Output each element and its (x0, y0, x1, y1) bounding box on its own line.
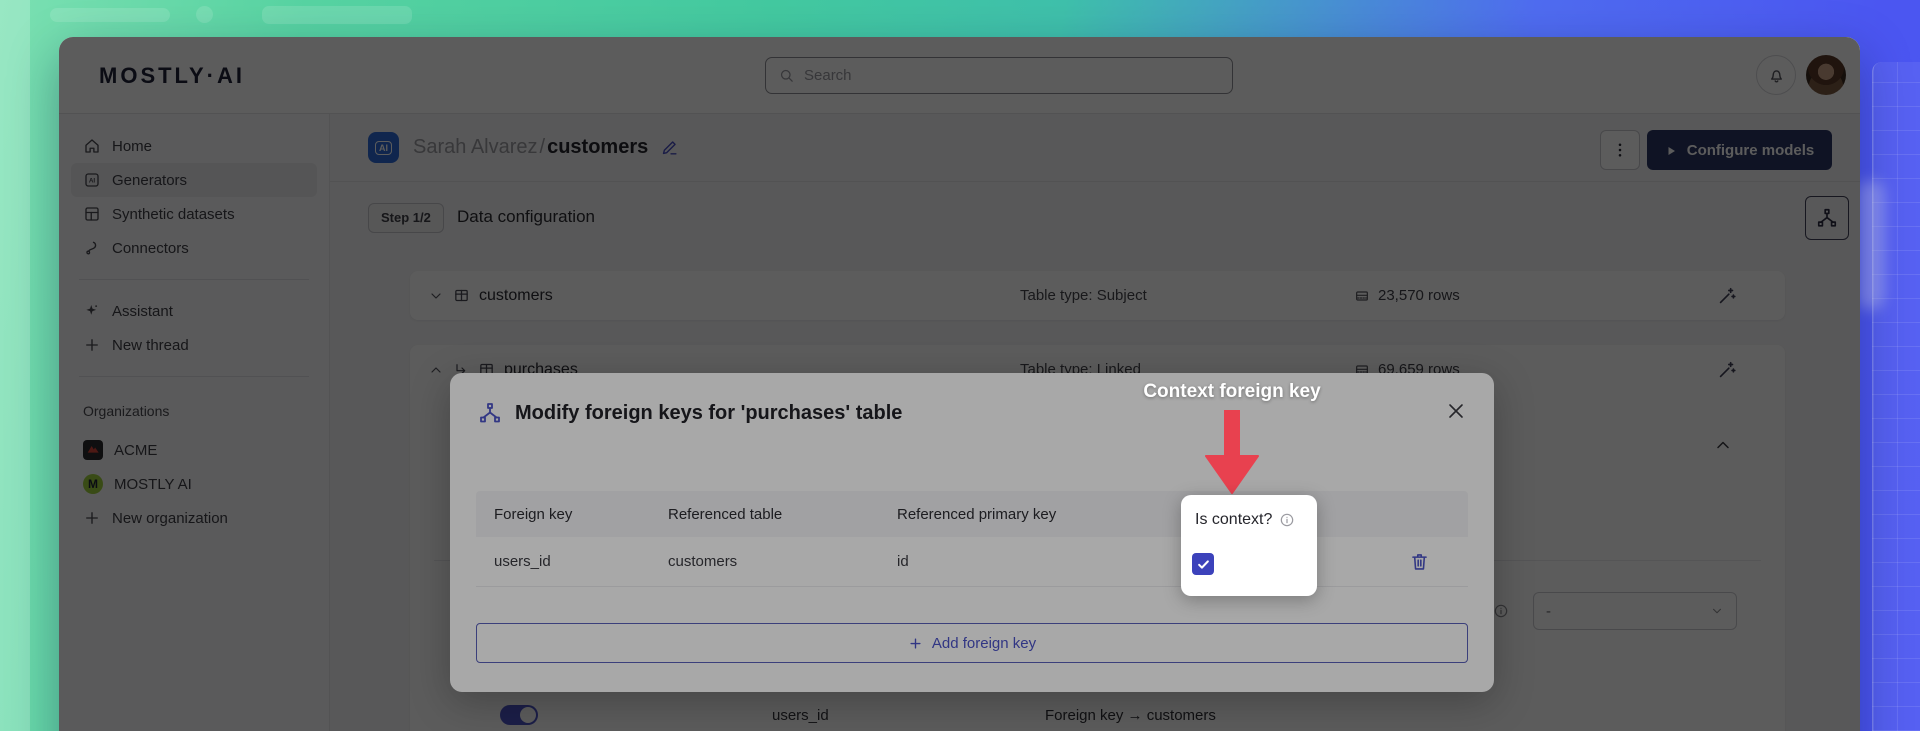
tutorial-arrow (1205, 410, 1259, 494)
app-window: MOSTLY·AI Home (59, 37, 1860, 731)
desktop-grid-panel (1872, 62, 1920, 731)
spotlight-header: Is context? (1195, 511, 1295, 529)
desktop-deco-pill (50, 8, 170, 22)
info-icon[interactable] (1279, 512, 1295, 528)
is-context-checkbox[interactable] (1192, 553, 1214, 575)
desktop-deco-dot (196, 6, 213, 23)
spotlight-header-text: Is context? (1195, 511, 1272, 529)
desktop-glow (1858, 180, 1884, 310)
tutorial-annotation: Context foreign key (1119, 381, 1345, 403)
desktop-background: MOSTLY·AI Home (0, 0, 1920, 731)
desktop-deco-pill (262, 6, 412, 24)
is-context-spotlight: Is context? (1181, 495, 1317, 596)
desktop-left-highlight (0, 0, 30, 731)
tutorial-dim-overlay (59, 37, 1860, 731)
